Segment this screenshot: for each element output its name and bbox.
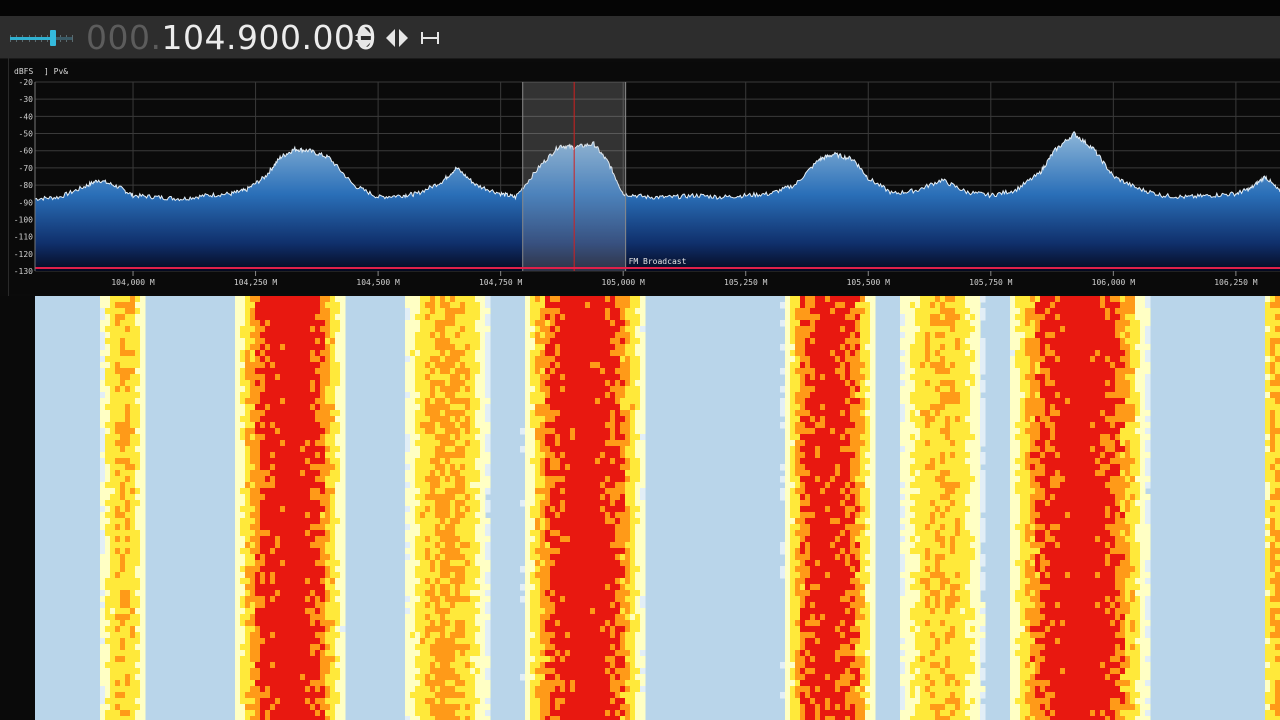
freq-tick-label: 106,000 M [1092, 278, 1136, 287]
db-tick-label: -40 [19, 112, 34, 121]
frequency-leading-digits[interactable]: 000. [86, 18, 161, 57]
volume-handle[interactable] [50, 30, 57, 46]
freq-tick-label: 104,250 M [234, 278, 278, 287]
spectrum-mode-label: ] Pv& [44, 67, 68, 76]
frequency-step-updown-icon[interactable] [353, 24, 375, 52]
freq-tick-label: 105,250 M [724, 278, 768, 287]
spectrum-panel[interactable]: dBFS ] Pv& -20 -30 -40 -50 -60 -70 -80 -90 -100 -… [10, 62, 1280, 294]
db-tick-label: -120 [14, 250, 33, 259]
volume-fill [10, 37, 54, 40]
bandplan-label: FM Broadcast [629, 257, 687, 266]
db-tick-label: -110 [14, 233, 33, 242]
left-panel [0, 296, 35, 720]
freq-tick-label: 105,500 M [847, 278, 891, 287]
spectrum-area [35, 131, 1280, 271]
db-tick-label: -80 [19, 181, 34, 190]
toolbar: 000.104.900.000 [0, 16, 1280, 59]
db-tick-label: -90 [19, 198, 34, 207]
freq-tick-label: 104,500 M [356, 278, 400, 287]
db-tick-label: -70 [19, 164, 34, 173]
title-bar [0, 0, 1280, 16]
center-frequency-icon[interactable] [420, 24, 440, 52]
db-tick-label: -60 [19, 147, 34, 156]
frequency-step-leftright-icon[interactable] [384, 24, 410, 52]
volume-slider[interactable] [0, 28, 80, 50]
db-tick-label: -100 [14, 215, 33, 224]
frequency-display[interactable]: 000.104.900.000 [86, 18, 377, 58]
db-tick-label: -30 [19, 95, 34, 104]
freq-tick-label: 106,250 M [1214, 278, 1258, 287]
freq-tick-label: 104,750 M [479, 278, 523, 287]
frequency-value[interactable]: 104.900.000 [161, 18, 376, 57]
db-tick-label: -50 [19, 130, 34, 139]
db-unit-label: dBFS [14, 67, 33, 76]
db-tick-label: -20 [19, 78, 34, 87]
waterfall-canvas[interactable] [35, 296, 1280, 720]
freq-tick-label: 105,000 M [602, 278, 646, 287]
volume-tick [72, 35, 73, 42]
spectrum-chart[interactable]: dBFS ] Pv& -20 -30 -40 -50 -60 -70 -80 -90 -100 -… [10, 62, 1280, 294]
db-tick-label: -130 [14, 267, 33, 276]
freq-tick-label: 104,000 M [111, 278, 155, 287]
waterfall-display[interactable] [35, 296, 1280, 720]
freq-tick-label: 105,750 M [969, 278, 1013, 287]
